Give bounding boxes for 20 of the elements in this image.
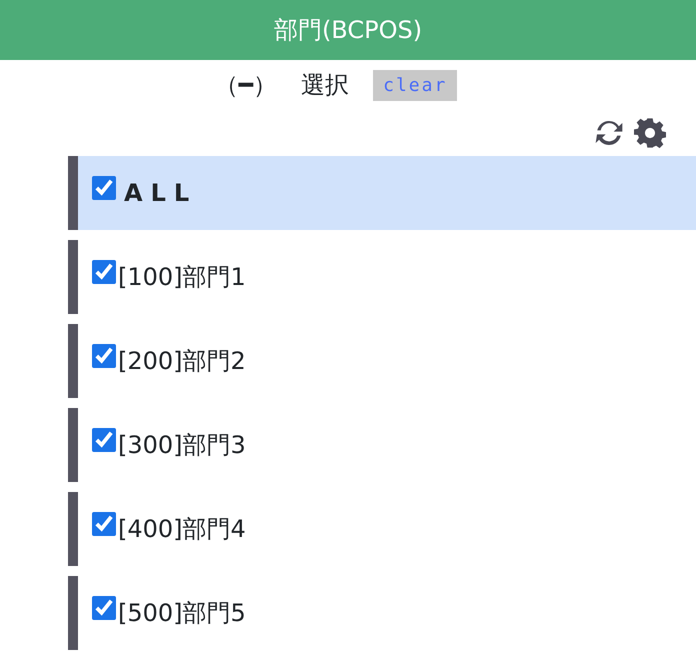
selection-label: 選択 bbox=[301, 70, 350, 101]
checkbox[interactable] bbox=[92, 260, 116, 284]
list-item[interactable]: [500]部門5 bbox=[68, 576, 696, 650]
item-label: [100]部門1 bbox=[118, 262, 247, 293]
checkbox[interactable] bbox=[92, 596, 116, 620]
item-label: [200]部門2 bbox=[118, 346, 247, 377]
list-item[interactable]: [100]部門1 bbox=[68, 240, 696, 314]
list-item[interactable]: [400]部門4 bbox=[68, 492, 696, 566]
header-title: 部門(BCPOS) bbox=[274, 15, 422, 46]
checkbox[interactable] bbox=[92, 428, 116, 452]
checkbox[interactable] bbox=[92, 176, 116, 200]
item-label: [500]部門5 bbox=[118, 598, 247, 629]
list-item[interactable]: [200]部門2 bbox=[68, 324, 696, 398]
checkbox[interactable] bbox=[92, 344, 116, 368]
settings-icon[interactable] bbox=[634, 117, 666, 149]
checkbox[interactable] bbox=[92, 512, 116, 536]
list-item[interactable]: [300]部門3 bbox=[68, 408, 696, 482]
item-label: [400]部門4 bbox=[118, 514, 247, 545]
item-label: [300]部門3 bbox=[118, 430, 247, 461]
selection-indicator: （━） bbox=[214, 70, 278, 101]
